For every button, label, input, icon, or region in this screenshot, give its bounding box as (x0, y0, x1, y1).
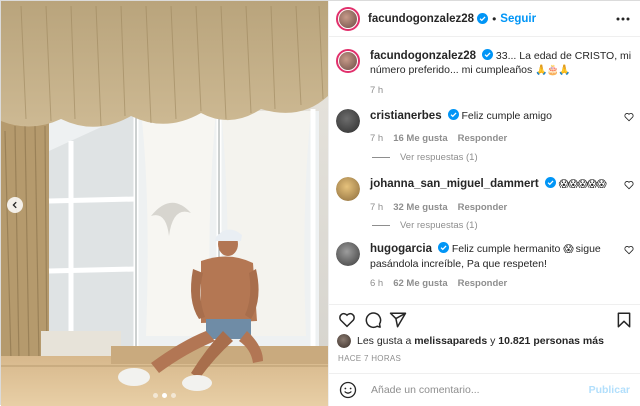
comment-composer: Publicar (329, 373, 640, 406)
caption-username[interactable]: facundogonzalez28 (370, 50, 476, 62)
separator-dot: • (492, 11, 497, 26)
more-options-button[interactable] (614, 10, 632, 28)
chevron-left-icon (12, 201, 17, 209)
comment-item: johanna_san_miguel_dammert 😱😱😱😱😱 7 h 32 … (336, 177, 634, 215)
comment-emoji: 😱 (563, 244, 573, 255)
comment-icon[interactable] (364, 311, 382, 329)
comments-list[interactable]: facundogonzalez28 33... La edad de CRIST… (329, 38, 640, 298)
comment-age[interactable]: 7 h (370, 201, 383, 215)
liker-avatar[interactable] (337, 334, 351, 348)
likes-count[interactable]: 10.821 personas más (498, 335, 604, 347)
comment-item: cristianerbes Feliz cumple amigo 7 h 16 … (336, 109, 634, 146)
caption-row: facundogonzalez28 33... La edad de CRIST… (336, 49, 634, 98)
bookmark-icon[interactable] (615, 311, 633, 329)
heart-icon[interactable] (338, 311, 356, 329)
author-avatar[interactable] (336, 49, 360, 73)
comment-input[interactable] (371, 384, 589, 396)
verified-icon (482, 49, 493, 60)
commenter-username[interactable]: cristianerbes (370, 110, 442, 122)
comment-item: hugogarcia Feliz cumple hermanito 😱 sigu… (336, 242, 634, 291)
commenter-avatar[interactable] (336, 109, 360, 133)
comment-likes[interactable]: 32 Me gusta (393, 201, 447, 215)
post-time-ago[interactable]: HACE 7 HORAS (338, 354, 401, 363)
view-replies-button[interactable]: Ver respuestas (1) (372, 220, 478, 231)
comment-likes[interactable]: 62 Me gusta (393, 277, 447, 291)
action-bar (329, 304, 640, 332)
beach-hut-photo (1, 1, 328, 406)
view-replies-label[interactable]: Ver respuestas (1) (400, 152, 478, 163)
replies-line (372, 157, 390, 158)
commenter-username[interactable]: hugogarcia (370, 243, 432, 255)
caption-age[interactable]: 7 h (370, 84, 383, 98)
like-comment-heart-icon[interactable] (624, 245, 634, 255)
liker-username[interactable]: melissapareds (414, 335, 487, 347)
carousel-prev-button[interactable] (7, 197, 23, 213)
emoji-icon[interactable] (339, 381, 357, 399)
caption-emoji: 🙏🎂🙏 (535, 65, 570, 76)
post-side-panel: facundogonzalez28 • Seguir facundogonzal… (328, 1, 640, 406)
verified-icon (447, 109, 459, 120)
post-dialog: facundogonzalez28 • Seguir facundogonzal… (0, 0, 640, 406)
comment-text: Feliz cumple amigo (461, 110, 552, 122)
like-comment-heart-icon[interactable] (624, 112, 634, 122)
likes-summary: Les gusta a melissapareds y 10.821 perso… (337, 334, 604, 348)
like-comment-heart-icon[interactable] (624, 180, 634, 190)
carousel-dot-active (162, 393, 167, 398)
publish-button[interactable]: Publicar (589, 384, 630, 396)
share-icon[interactable] (389, 311, 407, 329)
likes-prefix: Les gusta a (357, 335, 412, 347)
verified-icon (477, 13, 489, 24)
comment-text: Feliz cumple hermanito (451, 243, 561, 255)
commenter-username[interactable]: johanna_san_miguel_dammert (370, 178, 539, 190)
carousel-dot (171, 393, 176, 398)
comment-emoji: 😱😱😱😱😱 (558, 179, 607, 190)
view-replies-label[interactable]: Ver respuestas (1) (400, 220, 478, 231)
reply-button[interactable]: Responder (458, 132, 508, 146)
verified-icon (437, 242, 449, 253)
replies-line (372, 225, 390, 226)
more-icon (616, 17, 630, 21)
follow-button[interactable]: Seguir (500, 13, 536, 25)
view-replies-button[interactable]: Ver respuestas (1) (372, 152, 478, 163)
post-header: facundogonzalez28 • Seguir (329, 1, 640, 37)
carousel-dots (1, 393, 328, 398)
reply-button[interactable]: Responder (458, 277, 508, 291)
carousel-dot (153, 393, 158, 398)
likes-middle: y (490, 335, 496, 347)
comment-likes[interactable]: 16 Me gusta (393, 132, 447, 146)
author-avatar[interactable] (336, 6, 360, 31)
reply-button[interactable]: Responder (458, 201, 508, 215)
commenter-avatar[interactable] (336, 177, 360, 201)
post-photo[interactable] (1, 1, 328, 406)
verified-icon (544, 177, 556, 188)
commenter-avatar[interactable] (336, 242, 360, 266)
comment-age[interactable]: 6 h (370, 277, 383, 291)
author-username[interactable]: facundogonzalez28 (368, 13, 474, 25)
comment-age[interactable]: 7 h (370, 132, 383, 146)
